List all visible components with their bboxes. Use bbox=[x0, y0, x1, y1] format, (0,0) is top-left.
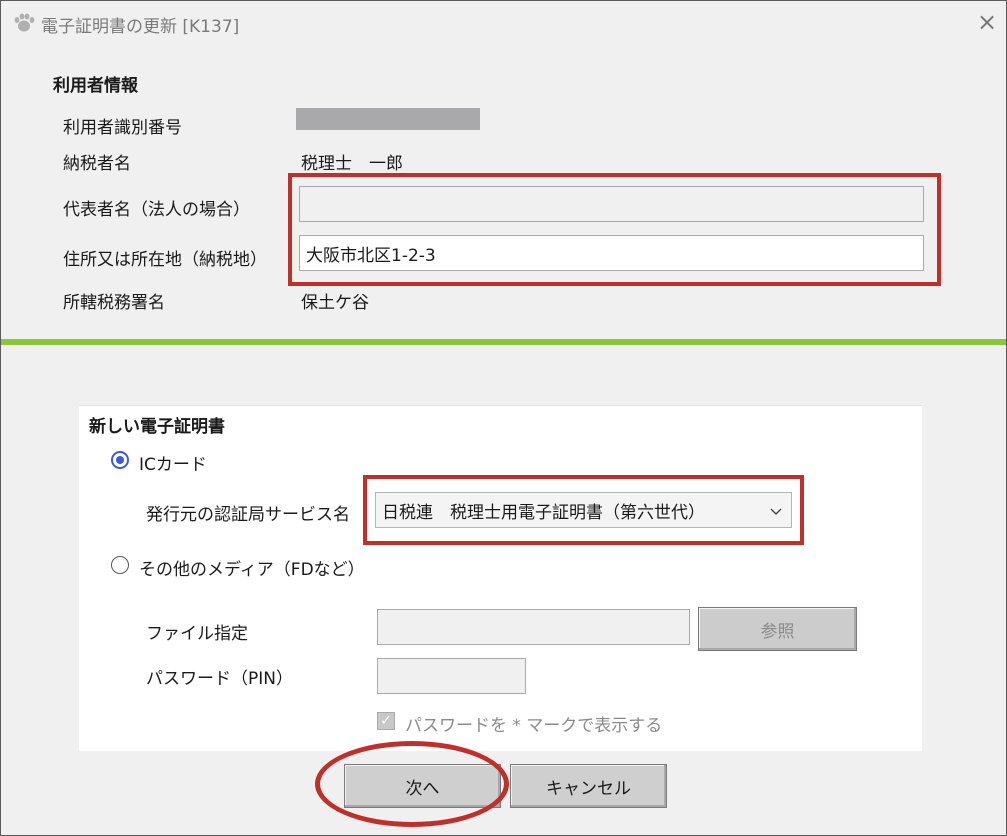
other-media-radio[interactable] bbox=[111, 556, 129, 574]
highlight-box-issuer bbox=[363, 475, 804, 545]
password-label: パスワード（PIN） bbox=[146, 669, 293, 689]
taxpayer-name-value: 税理士 一郎 bbox=[301, 154, 403, 174]
password-field[interactable] bbox=[377, 658, 526, 694]
tax-office-label: 所轄税務署名 bbox=[63, 293, 165, 313]
section-divider bbox=[1, 339, 1006, 345]
highlight-box-fields bbox=[288, 173, 941, 286]
taxpayer-name-label: 納税者名 bbox=[63, 154, 131, 174]
user-id-label: 利用者識別番号 bbox=[63, 118, 182, 138]
ic-card-label[interactable]: ICカード bbox=[139, 450, 207, 475]
representative-label: 代表者名（法人の場合） bbox=[63, 200, 250, 220]
dialog-window: 電子証明書の更新 [K137] × 利用者情報 利用者識別番号 納税者名 税理士… bbox=[0, 0, 1007, 836]
file-path-field[interactable] bbox=[377, 609, 690, 645]
file-label: ファイル指定 bbox=[146, 624, 248, 644]
tax-office-value: 保土ケ谷 bbox=[301, 293, 369, 313]
close-icon[interactable]: × bbox=[975, 10, 999, 35]
mask-password-checkbox[interactable]: ✓ bbox=[377, 712, 395, 730]
cancel-button[interactable]: キャンセル bbox=[510, 764, 667, 808]
highlight-ellipse-next bbox=[315, 741, 509, 827]
title-bar: 電子証明書の更新 [K137] × bbox=[1, 1, 1006, 45]
ic-card-radio[interactable] bbox=[111, 451, 129, 469]
mask-password-label: パスワードを * マークで表示する bbox=[405, 716, 663, 736]
browse-button[interactable]: 参照 bbox=[698, 607, 857, 651]
other-media-label[interactable]: その他のメディア（FDなど） bbox=[139, 555, 365, 580]
new-cert-heading: 新しい電子証明書 bbox=[89, 417, 225, 437]
user-id-value-masked bbox=[296, 108, 480, 130]
window-title: 電子証明書の更新 [K137] bbox=[41, 17, 240, 37]
user-info-heading: 利用者情報 bbox=[53, 76, 138, 96]
issuer-label: 発行元の認証局サービス名 bbox=[146, 505, 350, 525]
address-label: 住所又は所在地（納税地） bbox=[63, 250, 267, 270]
paw-app-icon bbox=[14, 13, 35, 32]
